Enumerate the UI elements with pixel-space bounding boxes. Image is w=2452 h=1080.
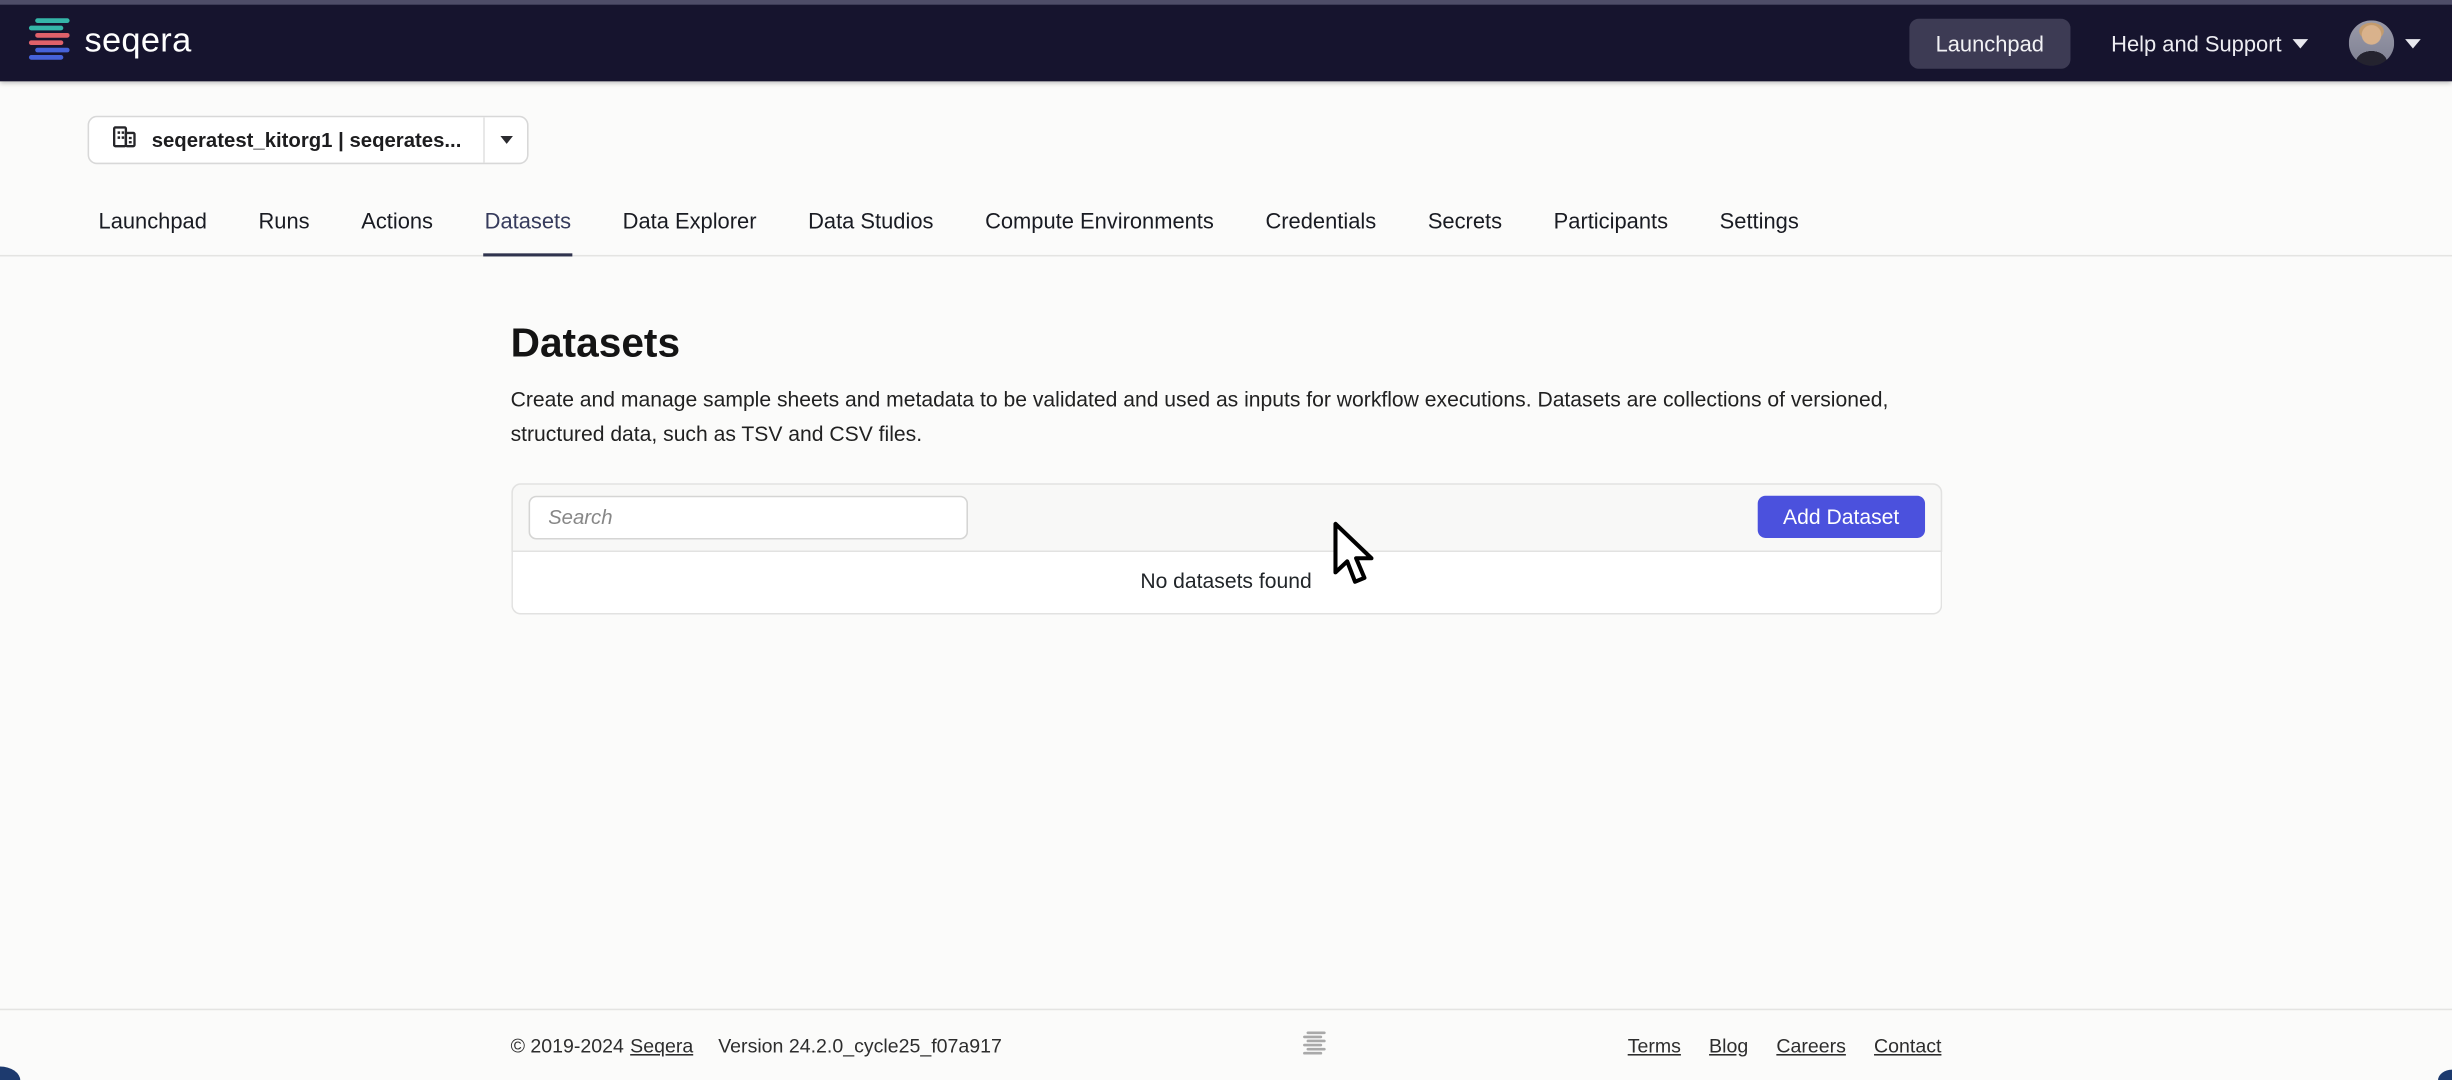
empty-message: No datasets found bbox=[1140, 568, 1311, 591]
tab-secrets[interactable]: Secrets bbox=[1426, 205, 1503, 257]
user-menu[interactable] bbox=[2349, 20, 2421, 65]
workspace-selector-caret-button[interactable] bbox=[483, 117, 527, 162]
help-and-support-label: Help and Support bbox=[2111, 30, 2281, 55]
chevron-down-icon bbox=[2405, 38, 2421, 47]
datasets-card: Add Dataset No datasets found bbox=[511, 482, 1942, 613]
workspace-selector-row: seqeratest_kitorg1 | seqerates... bbox=[88, 116, 2452, 164]
contact-link[interactable]: Contact bbox=[1874, 1034, 1941, 1056]
footer-seqera-mark-icon bbox=[1303, 1031, 1326, 1061]
brand-text: seqera bbox=[84, 20, 191, 61]
workspace-selector[interactable]: seqeratest_kitorg1 | seqerates... bbox=[88, 116, 529, 164]
seqera-link[interactable]: Seqera bbox=[630, 1034, 693, 1056]
workspace-tabs: Launchpad Runs Actions Datasets Data Exp… bbox=[0, 205, 2452, 256]
launchpad-button[interactable]: Launchpad bbox=[1909, 18, 2071, 68]
main-content: Datasets Create and manage sample sheets… bbox=[511, 256, 1942, 1009]
careers-link[interactable]: Careers bbox=[1776, 1034, 1846, 1056]
copyright: © 2019-2024 Seqera bbox=[511, 1034, 694, 1056]
top-navbar: seqera Launchpad Help and Support bbox=[0, 0, 2452, 81]
brand: seqera bbox=[28, 17, 191, 69]
tab-compute-environments[interactable]: Compute Environments bbox=[984, 205, 1216, 257]
tab-settings[interactable]: Settings bbox=[1718, 205, 1800, 257]
terms-link[interactable]: Terms bbox=[1628, 1034, 1681, 1056]
blog-link[interactable]: Blog bbox=[1709, 1034, 1748, 1056]
page-title: Datasets bbox=[511, 318, 1942, 365]
copyright-years: © 2019-2024 bbox=[511, 1034, 624, 1056]
tab-datasets[interactable]: Datasets bbox=[483, 205, 573, 257]
version-text: Version 24.2.0_cycle25_f07a917 bbox=[718, 1034, 1002, 1056]
tab-data-explorer[interactable]: Data Explorer bbox=[621, 205, 758, 257]
tab-participants[interactable]: Participants bbox=[1552, 205, 1670, 257]
tab-data-studios[interactable]: Data Studios bbox=[807, 205, 936, 257]
seqera-logo-icon bbox=[28, 17, 70, 69]
app-root: seqera Launchpad Help and Support bbox=[0, 0, 2452, 1080]
tab-runs[interactable]: Runs bbox=[257, 205, 311, 257]
organization-icon bbox=[111, 123, 138, 157]
datasets-toolbar: Add Dataset bbox=[511, 482, 1942, 551]
help-and-support-menu[interactable]: Help and Support bbox=[2111, 30, 2308, 55]
add-dataset-button[interactable]: Add Dataset bbox=[1758, 496, 1924, 538]
page-description: Create and manage sample sheets and meta… bbox=[511, 382, 1942, 451]
footer: © 2019-2024 Seqera Version 24.2.0_cycle2… bbox=[0, 1009, 2452, 1080]
tab-actions[interactable]: Actions bbox=[360, 205, 435, 257]
chevron-down-icon bbox=[500, 136, 513, 144]
footer-links: Terms Blog Careers Contact bbox=[1628, 1034, 1942, 1056]
footer-left: © 2019-2024 Seqera Version 24.2.0_cycle2… bbox=[511, 1034, 1002, 1056]
tab-launchpad[interactable]: Launchpad bbox=[97, 205, 208, 257]
search-input[interactable] bbox=[528, 495, 967, 539]
workspace-selector-label: seqeratest_kitorg1 | seqerates... bbox=[152, 128, 462, 151]
datasets-empty-state: No datasets found bbox=[511, 551, 1942, 614]
chevron-down-icon bbox=[2293, 38, 2309, 47]
navbar-actions: Launchpad Help and Support bbox=[1909, 18, 2421, 68]
user-avatar[interactable] bbox=[2349, 20, 2394, 65]
tab-credentials[interactable]: Credentials bbox=[1264, 205, 1378, 257]
workspace-selector-main[interactable]: seqeratest_kitorg1 | seqerates... bbox=[89, 117, 483, 162]
